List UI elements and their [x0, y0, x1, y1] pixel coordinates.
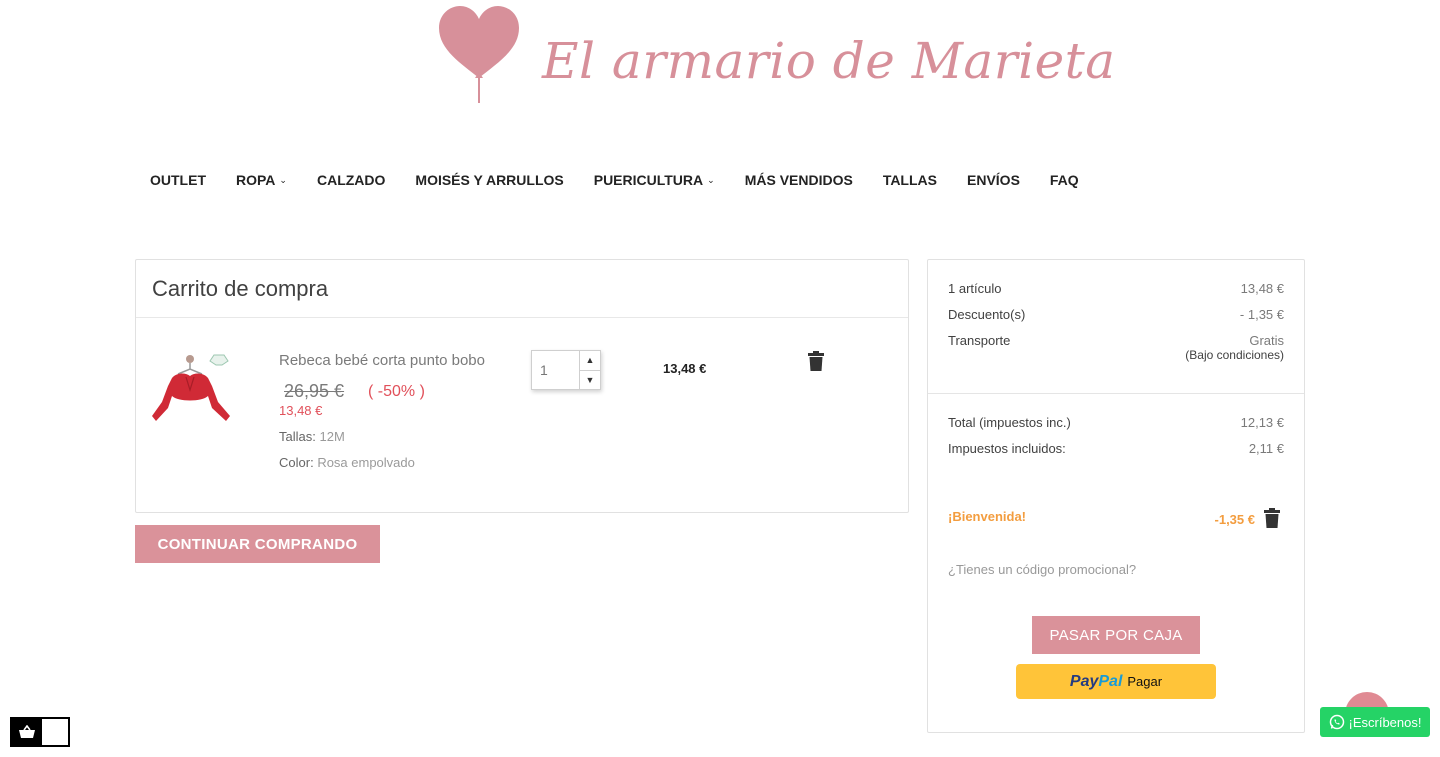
quantity-input[interactable]: [532, 351, 579, 389]
summary-discount-row: Descuento(s) - 1,35 €: [948, 307, 1284, 322]
remove-voucher-button[interactable]: [1264, 508, 1280, 533]
cart-panel: Carrito de compra Rebeca bebé corta punt…: [135, 259, 909, 513]
heart-balloon-icon: [439, 6, 519, 103]
whatsapp-chat-button[interactable]: ¡Escríbenos!: [1320, 707, 1430, 737]
discount-badge: ( -50% ): [368, 383, 425, 400]
continue-shopping-button[interactable]: CONTINUAR COMPRANDO: [135, 525, 380, 563]
color-attribute: Color: Rosa empolvado: [279, 455, 415, 470]
chevron-up-icon: ▲: [585, 355, 595, 366]
main-nav: OUTLET ROPA ⌄ CALZADO MOISÉS Y ARRULLOS P…: [150, 172, 1109, 188]
whatsapp-icon: [1329, 714, 1344, 730]
nav-item-calzado[interactable]: CALZADO: [317, 172, 385, 188]
checkout-button[interactable]: PASAR POR CAJA: [1032, 616, 1200, 654]
quantity-increase-button[interactable]: ▲: [580, 351, 600, 370]
quantity-decrease-button[interactable]: ▼: [580, 369, 600, 390]
nav-item-faq[interactable]: FAQ: [1050, 172, 1079, 188]
nav-item-puericultura[interactable]: PUERICULTURA ⌄: [594, 172, 715, 188]
size-attribute: Tallas: 12M: [279, 429, 345, 444]
voucher-name: ¡Bienvenida!: [948, 509, 1027, 524]
paypal-logo: Pay: [1069, 672, 1099, 690]
voucher-value: -1,35 €: [1214, 512, 1255, 527]
product-name[interactable]: Rebeca bebé corta punto bobo: [279, 352, 485, 369]
product-price: 13,48 €: [279, 403, 323, 418]
remove-item-button[interactable]: [808, 351, 824, 376]
nav-item-mas-vendidos[interactable]: MÁS VENDIDOS: [745, 172, 853, 188]
quantity-stepper: ▲ ▼: [531, 350, 601, 390]
nav-item-tallas[interactable]: TALLAS: [883, 172, 937, 188]
nav-item-outlet[interactable]: OUTLET: [150, 172, 206, 188]
basket-icon: [19, 725, 35, 738]
line-total: 13,48 €: [663, 361, 707, 376]
summary-total-row: Total (impuestos inc.) 12,13 €: [948, 415, 1284, 430]
site-logo[interactable]: El armario de Marieta: [438, 6, 1116, 104]
nav-item-moises-y-arrullos[interactable]: MOISÉS Y ARRULLOS: [415, 172, 563, 188]
regular-price: 26,95 €: [284, 381, 345, 401]
paypal-label: Pagar: [1127, 674, 1163, 689]
trash-icon: [808, 351, 824, 371]
promo-code-link[interactable]: ¿Tienes un código promocional?: [948, 562, 1136, 577]
cart-title: Carrito de compra: [136, 260, 908, 318]
cart-summary: 1 artículo 13,48 € Descuento(s) - 1,35 €…: [927, 259, 1305, 733]
trash-icon: [1264, 508, 1280, 528]
summary-items-row: 1 artículo 13,48 €: [948, 281, 1284, 296]
product-thumbnail[interactable]: [152, 350, 234, 430]
chevron-down-icon: ⌄: [707, 174, 715, 185]
mini-cart-toggle[interactable]: [10, 717, 70, 747]
nav-item-envios[interactable]: ENVÍOS: [967, 172, 1020, 188]
summary-tax-row: Impuestos incluidos: 2,11 €: [948, 441, 1284, 456]
red-cardigan-icon: [152, 354, 230, 421]
logo-text: El armario de Marieta: [542, 32, 1116, 90]
chevron-down-icon: ▼: [585, 374, 595, 385]
chevron-down-icon: ⌄: [279, 174, 287, 185]
summary-divider: [928, 393, 1304, 394]
paypal-button[interactable]: Pay Pal Pagar: [1016, 664, 1216, 699]
summary-shipping-row: Transporte Gratis (Bajo condiciones): [948, 333, 1284, 362]
nav-item-ropa[interactable]: ROPA ⌄: [236, 172, 287, 188]
